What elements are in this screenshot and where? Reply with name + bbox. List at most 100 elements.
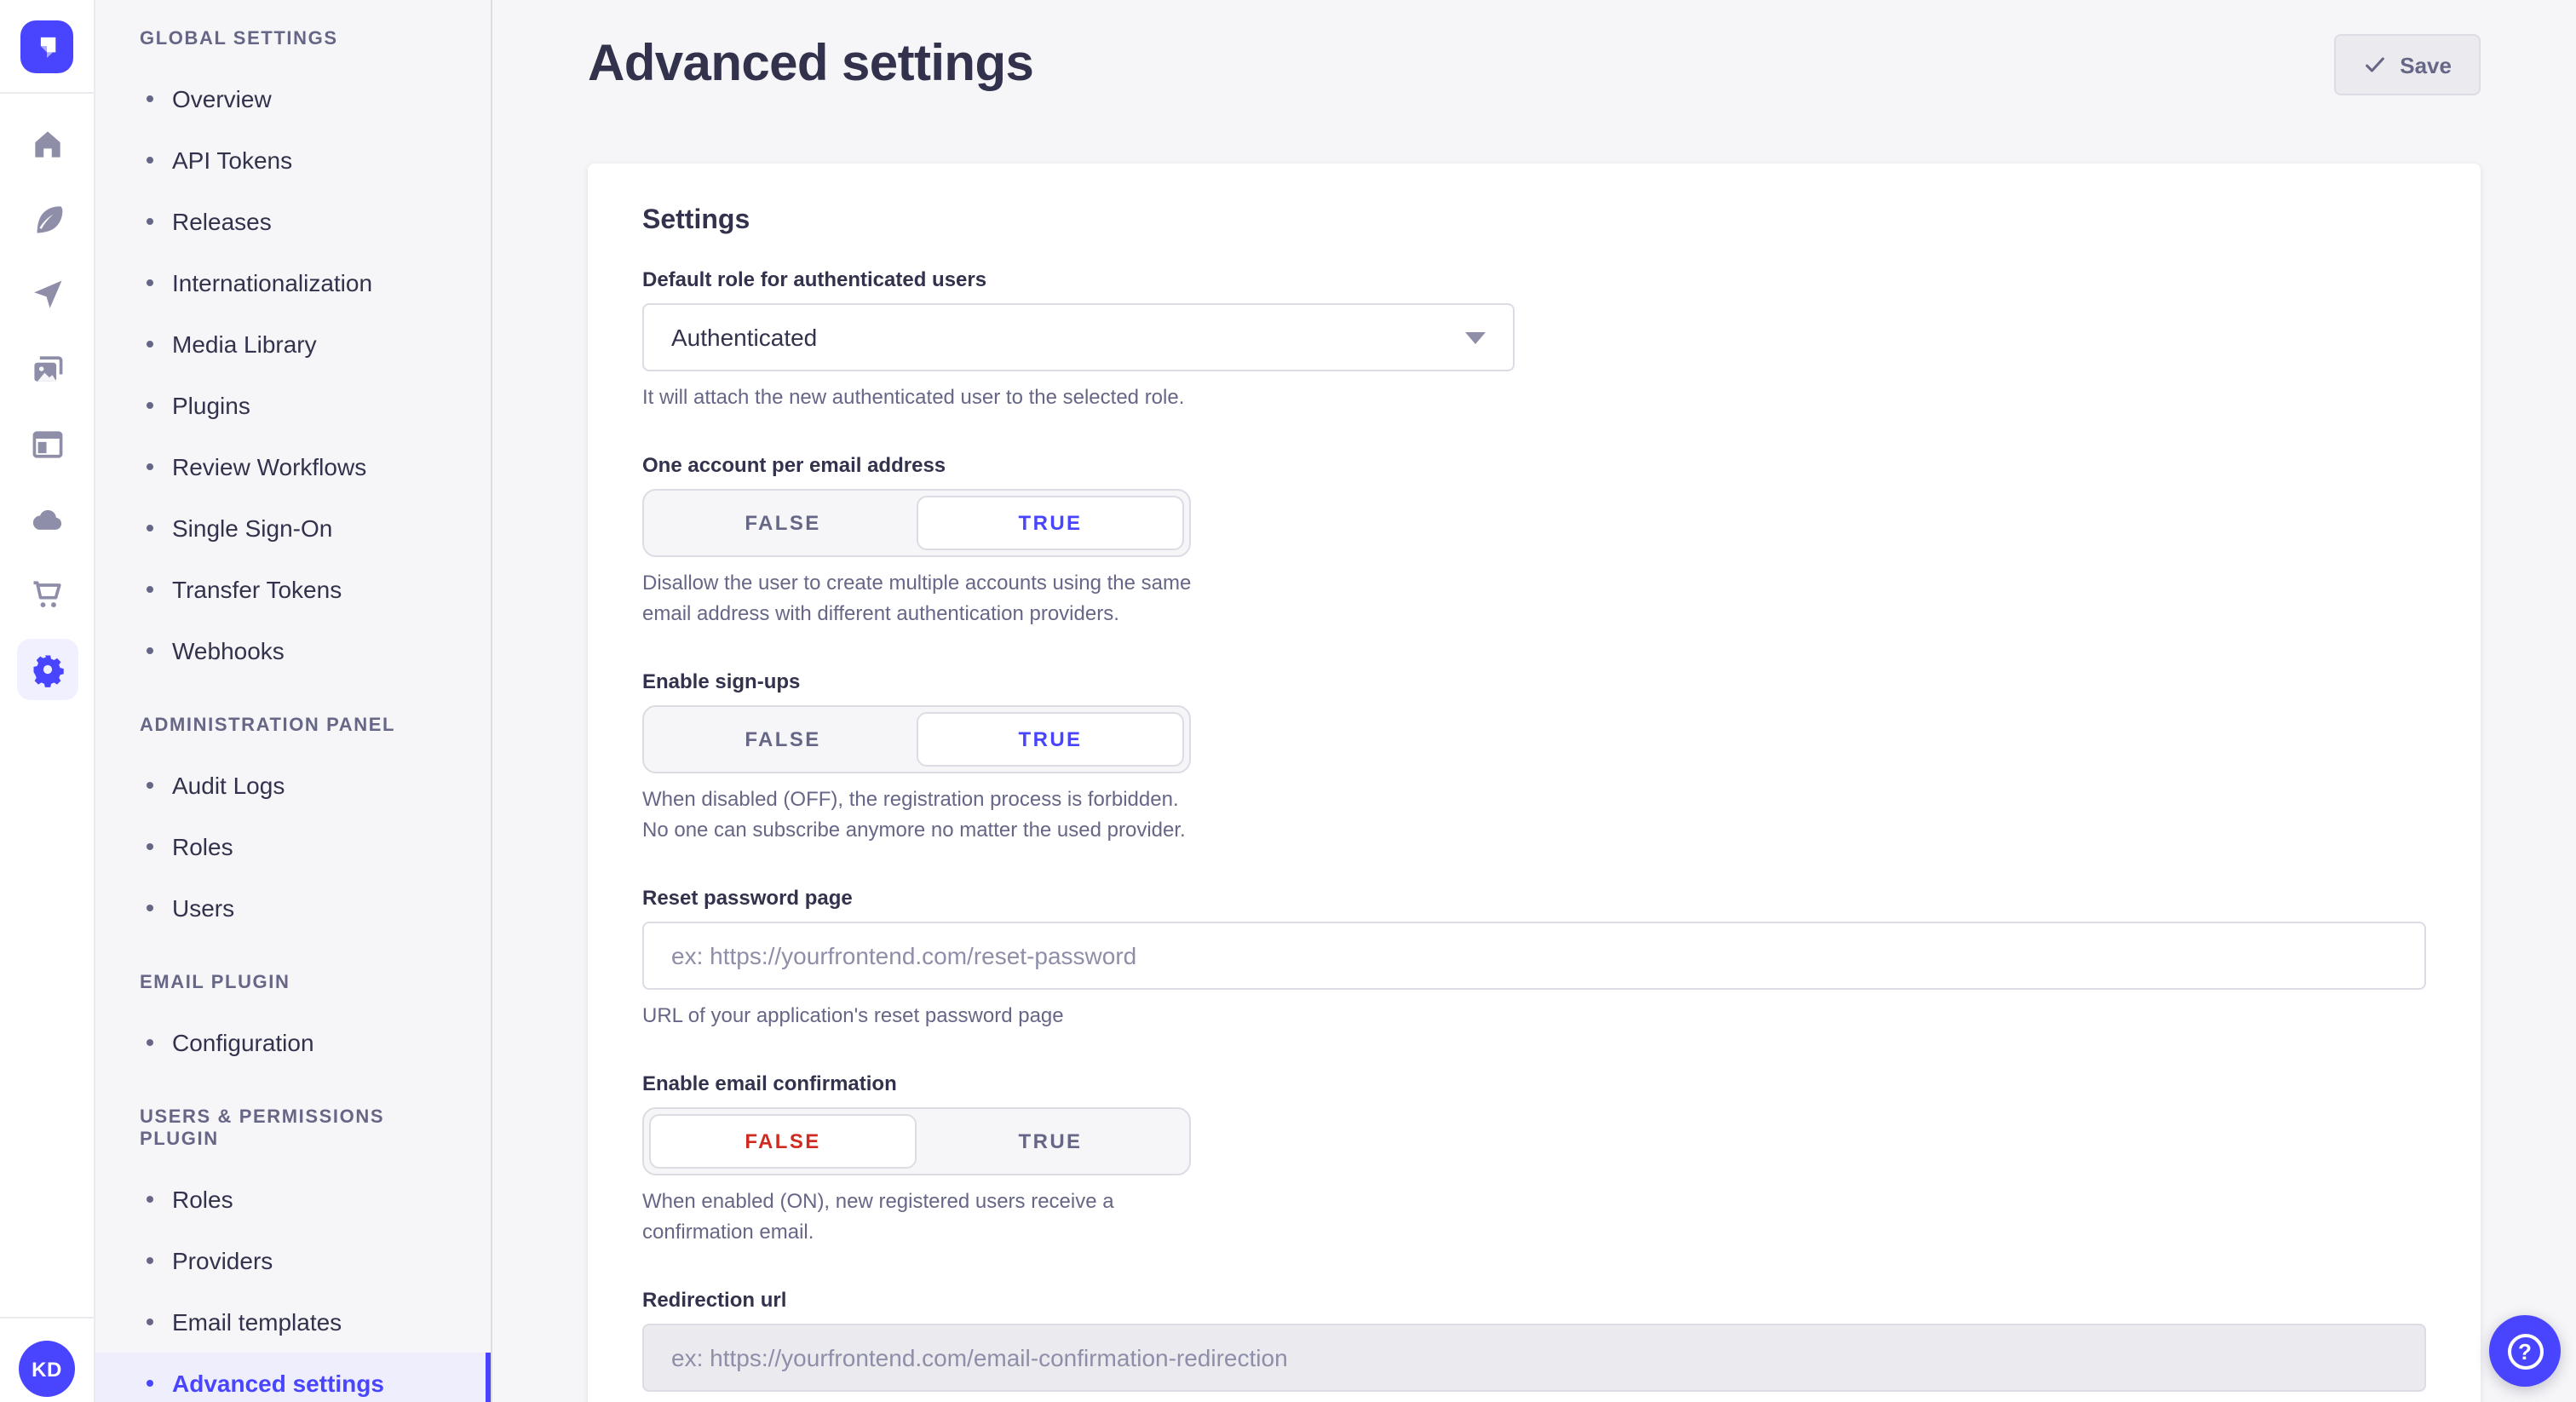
- feather-icon[interactable]: [16, 189, 78, 250]
- sidebar-item-api-tokens[interactable]: API Tokens: [95, 129, 491, 191]
- sidebar-item-email-templates[interactable]: Email templates: [95, 1291, 491, 1353]
- field-label: Default role for authenticated users: [642, 267, 2426, 293]
- default-role-select[interactable]: Authenticated: [642, 303, 1515, 371]
- sidebar-item-label: API Tokens: [172, 147, 292, 174]
- sidebar-item-internationalization[interactable]: Internationalization: [95, 252, 491, 313]
- settings-card: Settings Default role for authenticated …: [588, 164, 2481, 1402]
- sidebar-item-label: Single Sign-On: [172, 514, 332, 542]
- save-button-label: Save: [2400, 52, 2452, 78]
- settings-gear-icon[interactable]: [16, 639, 78, 700]
- sidebar-item-media-library[interactable]: Media Library: [95, 313, 491, 375]
- field-hint: When enabled (ON), new registered users …: [642, 1188, 1208, 1248]
- sidebar-item-label: Users: [172, 894, 234, 922]
- sidebar-item-label: Email templates: [172, 1308, 342, 1336]
- main-content: Advanced settings Save Settings Default …: [492, 0, 2576, 1402]
- one-account-toggle: FALSE TRUE: [642, 490, 1191, 558]
- field-label: Enable email confirmation: [642, 1072, 2426, 1098]
- field-reset-password-page: Reset password page URL of your applicat…: [642, 886, 2426, 1031]
- select-value: Authenticated: [671, 324, 817, 351]
- sidebar-item-webhooks[interactable]: Webhooks: [95, 620, 491, 681]
- page-title: Advanced settings: [588, 31, 1033, 99]
- icon-rail: KD: [0, 0, 95, 1402]
- field-enable-email-confirmation: Enable email confirmation FALSE TRUE Whe…: [642, 1072, 2426, 1248]
- sidebar-item-plugins[interactable]: Plugins: [95, 375, 491, 436]
- sidebar-item-label: Providers: [172, 1247, 273, 1274]
- paper-plane-icon[interactable]: [16, 264, 78, 325]
- sidebar-section-header: Global Settings: [140, 29, 463, 51]
- sidebar-item-single-sign-on[interactable]: Single Sign-On: [95, 497, 491, 559]
- field-default-role: Default role for authenticated users Aut…: [642, 267, 2426, 413]
- bullet-icon: [147, 843, 153, 850]
- home-icon[interactable]: [16, 114, 78, 175]
- layout-panel-icon[interactable]: [16, 414, 78, 475]
- bullet-icon: [147, 1319, 153, 1325]
- field-label: Reset password page: [642, 886, 2426, 911]
- sidebar-item-label: Advanced settings: [172, 1370, 384, 1397]
- sidebar-item-overview[interactable]: Overview: [95, 68, 491, 129]
- save-button[interactable]: Save: [2333, 34, 2481, 95]
- sidebar-item-label: Audit Logs: [172, 772, 285, 799]
- media-library-icon[interactable]: [16, 339, 78, 400]
- bullet-icon: [147, 218, 153, 225]
- toggle-option-false[interactable]: FALSE: [649, 1115, 917, 1169]
- sidebar-item-roles[interactable]: Roles: [95, 1169, 491, 1230]
- bullet-icon: [147, 95, 153, 102]
- field-label: Redirection url: [642, 1288, 2426, 1313]
- bullet-icon: [147, 341, 153, 348]
- sidebar-item-advanced-settings[interactable]: Advanced settings: [95, 1353, 491, 1402]
- field-label: One account per email address: [642, 454, 2426, 480]
- field-one-account-per-email: One account per email address FALSE TRUE…: [642, 454, 2426, 629]
- sidebar-item-label: Webhooks: [172, 637, 285, 664]
- sidebar-nav: Global Settings Overview API Tokens Release…: [95, 0, 492, 1402]
- sidebar-item-label: Roles: [172, 1186, 233, 1213]
- sidebar-item-users[interactable]: Users: [95, 877, 491, 939]
- email-confirmation-toggle: FALSE TRUE: [642, 1108, 1191, 1176]
- app-window: KD Global Settings Overview API Tokens Rele…: [0, 0, 2576, 1402]
- toggle-option-true[interactable]: TRUE: [917, 1115, 1184, 1169]
- sidebar-section-header: Administration Panel: [140, 715, 463, 738]
- field-enable-sign-ups: Enable sign-ups FALSE TRUE When disabled…: [642, 669, 2426, 845]
- bullet-icon: [147, 1257, 153, 1264]
- sidebar-item-roles[interactable]: Roles: [95, 816, 491, 877]
- toggle-option-false[interactable]: FALSE: [649, 712, 917, 767]
- sidebar-item-transfer-tokens[interactable]: Transfer Tokens: [95, 559, 491, 620]
- sidebar-item-audit-logs[interactable]: Audit Logs: [95, 755, 491, 816]
- toggle-option-true[interactable]: TRUE: [917, 497, 1184, 551]
- field-label: Enable sign-ups: [642, 669, 2426, 695]
- field-hint: When disabled (OFF), the registration pr…: [642, 785, 1208, 845]
- bullet-icon: [147, 647, 153, 654]
- toggle-option-true[interactable]: TRUE: [917, 712, 1184, 767]
- reset-password-input[interactable]: [642, 922, 2426, 990]
- question-mark-icon: ?: [2507, 1333, 2543, 1369]
- sidebar-item-providers[interactable]: Providers: [95, 1230, 491, 1291]
- sidebar-item-label: Releases: [172, 208, 272, 235]
- toggle-option-false[interactable]: FALSE: [649, 497, 917, 551]
- sidebar-item-label: Review Workflows: [172, 453, 366, 480]
- field-hint: URL of your application's reset password…: [642, 1002, 2426, 1031]
- strapi-logo-icon[interactable]: [20, 20, 73, 73]
- sidebar-item-label: Plugins: [172, 392, 250, 419]
- bullet-icon: [147, 586, 153, 593]
- avatar[interactable]: KD: [19, 1341, 75, 1397]
- sidebar-item-releases[interactable]: Releases: [95, 191, 491, 252]
- field-hint: It will attach the new authenticated use…: [642, 383, 2426, 413]
- rail-footer: KD: [0, 1317, 94, 1402]
- bullet-icon: [147, 1039, 153, 1046]
- sidebar-item-label: Transfer Tokens: [172, 576, 342, 603]
- bullet-icon: [147, 905, 153, 911]
- bullet-icon: [147, 782, 153, 789]
- shopping-cart-icon[interactable]: [16, 564, 78, 625]
- bullet-icon: [147, 463, 153, 470]
- bullet-icon: [147, 402, 153, 409]
- bullet-icon: [147, 279, 153, 286]
- redirection-url-input: [642, 1324, 2426, 1392]
- sidebar-item-label: Internationalization: [172, 269, 372, 296]
- sidebar-item-review-workflows[interactable]: Review Workflows: [95, 436, 491, 497]
- bullet-icon: [147, 525, 153, 531]
- sign-ups-toggle: FALSE TRUE: [642, 705, 1191, 773]
- help-button[interactable]: ?: [2489, 1315, 2561, 1387]
- field-hint: Disallow the user to create multiple acc…: [642, 570, 1208, 629]
- cloud-icon[interactable]: [16, 489, 78, 550]
- sidebar-item-configuration[interactable]: Configuration: [95, 1012, 491, 1073]
- main-header: Advanced settings Save: [492, 0, 2576, 99]
